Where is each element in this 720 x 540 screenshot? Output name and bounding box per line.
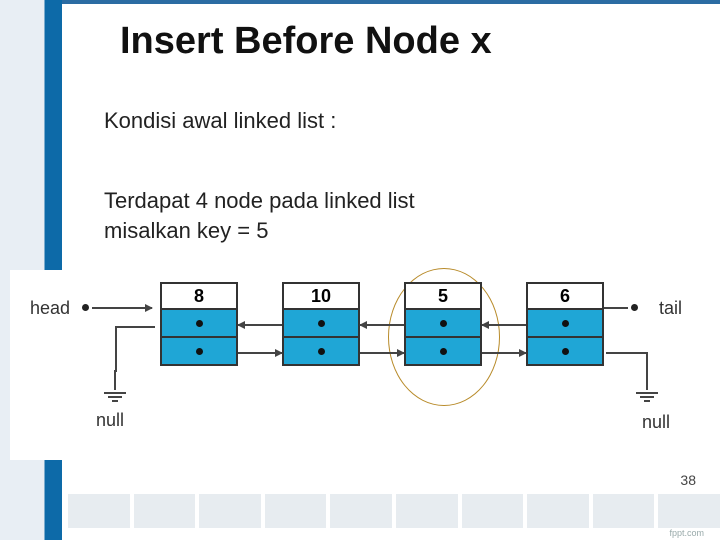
- linked-list-diagram: head tail 8 10 5 6: [10, 270, 710, 460]
- ptr-dot-icon: [562, 320, 569, 327]
- node-1-value: 8: [160, 282, 238, 310]
- prev-arrow-icon: [482, 324, 526, 326]
- ptr-dot-icon: [318, 320, 325, 327]
- body-line-3: misalkan key = 5: [104, 218, 268, 244]
- ptr-dot-icon: [440, 320, 447, 327]
- ptr-dot-icon: [318, 348, 325, 355]
- node-4-next: [526, 338, 604, 366]
- node-2-value: 10: [282, 282, 360, 310]
- footer-blocks: [62, 494, 720, 528]
- body-line-2: Terdapat 4 node pada linked list: [104, 188, 415, 214]
- tail-label: tail: [659, 298, 682, 319]
- prev-arrow-icon: [360, 324, 404, 326]
- head-arrow-icon: [92, 307, 152, 309]
- template-credit: fppt.com: [669, 528, 704, 538]
- slide-title: Insert Before Node x: [120, 20, 492, 63]
- top-accent-line: [62, 0, 720, 4]
- node-3-prev: [404, 310, 482, 338]
- node-1-next: [160, 338, 238, 366]
- null-left-label: null: [96, 410, 124, 431]
- ptr-dot-icon: [440, 348, 447, 355]
- ground-right-icon: [634, 370, 660, 402]
- node-2-next: [282, 338, 360, 366]
- head-dot-icon: [82, 304, 89, 311]
- null-right-label: null: [642, 412, 670, 433]
- ptr-dot-icon: [562, 348, 569, 355]
- node-3-next: [404, 338, 482, 366]
- next-arrow-icon: [360, 352, 404, 354]
- node-3: 5: [404, 282, 482, 366]
- node-3-value: 5: [404, 282, 482, 310]
- node-1-prev: [160, 310, 238, 338]
- node-1: 8: [160, 282, 238, 366]
- tail-dot-icon: [631, 304, 638, 311]
- next-arrow-icon: [238, 352, 282, 354]
- node-4-prev: [526, 310, 604, 338]
- page-number: 38: [680, 472, 696, 488]
- next-arrow-icon: [482, 352, 526, 354]
- slide: Insert Before Node x Kondisi awal linked…: [0, 0, 720, 540]
- ptr-dot-icon: [196, 348, 203, 355]
- null-left-connector: [115, 326, 155, 328]
- node-4-value: 6: [526, 282, 604, 310]
- null-right-connector: [606, 352, 648, 354]
- node-4: 6: [526, 282, 604, 366]
- prev-arrow-icon: [238, 324, 282, 326]
- node-2-prev: [282, 310, 360, 338]
- ptr-dot-icon: [196, 320, 203, 327]
- body-line-1: Kondisi awal linked list :: [104, 108, 336, 134]
- head-label: head: [30, 298, 70, 319]
- node-2: 10: [282, 282, 360, 366]
- ground-left-icon: [102, 370, 128, 402]
